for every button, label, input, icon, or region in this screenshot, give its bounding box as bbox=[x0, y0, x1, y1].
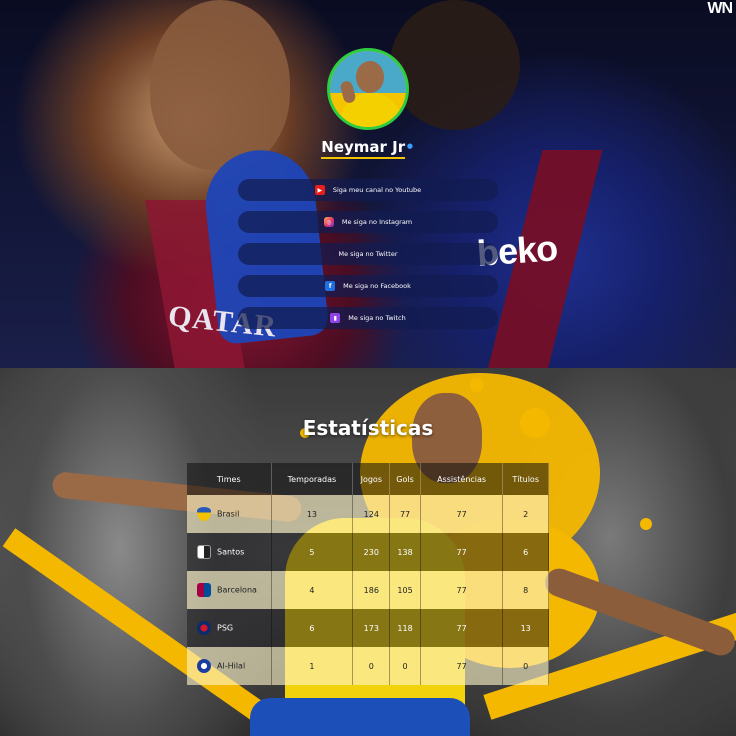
titulos-cell: 2 bbox=[502, 495, 549, 533]
instagram-icon: ◎ bbox=[323, 217, 334, 227]
titulos-cell: 0 bbox=[502, 647, 549, 685]
team-cell: Barcelona bbox=[187, 571, 272, 609]
profile-name-text: Neymar Jr bbox=[321, 138, 406, 159]
stats-title: Estatísticas bbox=[302, 416, 434, 440]
stats-section: Estatísticas Times Temporadas Jogos Gols… bbox=[0, 368, 736, 736]
header-assistencias: Assistências bbox=[420, 463, 504, 495]
twitch-link-label: Me siga no Twitch bbox=[348, 314, 406, 322]
facebook-link-label: Me siga no Facebook bbox=[343, 282, 411, 290]
alhilal-crest-icon bbox=[197, 659, 211, 673]
youtube-link-button[interactable]: ▶ Siga meu canal no Youtube bbox=[238, 179, 498, 201]
avatar bbox=[327, 48, 409, 130]
team-name: Santos bbox=[217, 547, 245, 557]
titulos-cell: 13 bbox=[502, 609, 549, 647]
team-cell: Al-Hilal bbox=[187, 647, 272, 685]
hero-section: beko QATAR WN Neymar Jr• ▶ Siga meu cana… bbox=[0, 0, 736, 368]
table-row: Santos 5 230 138 77 6 bbox=[187, 533, 549, 571]
header-times: Times bbox=[187, 463, 272, 495]
temporadas-cell: 5 bbox=[271, 533, 354, 571]
titulos-cell: 6 bbox=[502, 533, 549, 571]
team-name: Barcelona bbox=[217, 585, 257, 595]
team-name: Brasil bbox=[217, 509, 240, 519]
temporadas-cell: 13 bbox=[271, 495, 354, 533]
temporadas-cell: 6 bbox=[271, 609, 354, 647]
stats-table: Times Temporadas Jogos Gols Assistências… bbox=[187, 463, 549, 685]
gols-cell: 105 bbox=[389, 571, 421, 609]
assistencias-cell: 77 bbox=[420, 495, 504, 533]
jogos-cell: 0 bbox=[352, 647, 391, 685]
assistencias-cell: 77 bbox=[420, 533, 504, 571]
corner-logo: WN bbox=[707, 0, 733, 17]
santos-crest-icon bbox=[197, 545, 211, 559]
twitch-icon: ▮ bbox=[330, 313, 341, 323]
assistencias-cell: 77 bbox=[420, 609, 504, 647]
titulos-cell: 8 bbox=[502, 571, 549, 609]
player-shorts bbox=[250, 698, 470, 736]
gols-cell: 0 bbox=[389, 647, 421, 685]
jogos-cell: 230 bbox=[352, 533, 391, 571]
instagram-link-label: Me siga no Instagram bbox=[341, 218, 413, 226]
team-cell: Santos bbox=[187, 533, 272, 571]
stats-header-row: Times Temporadas Jogos Gols Assistências… bbox=[187, 463, 549, 495]
instagram-link-button[interactable]: ◎ Me siga no Instagram bbox=[238, 211, 498, 233]
table-row: Al-Hilal 1 0 0 77 0 bbox=[187, 647, 549, 685]
facebook-link-button[interactable]: f Me siga no Facebook bbox=[238, 275, 498, 297]
team-name: PSG bbox=[217, 623, 234, 633]
gols-cell: 138 bbox=[389, 533, 421, 571]
brasil-crest-icon bbox=[197, 507, 211, 521]
barcelona-crest-icon bbox=[197, 583, 211, 597]
temporadas-cell: 1 bbox=[271, 647, 354, 685]
table-row: Brasil 13 124 77 77 2 bbox=[187, 495, 549, 533]
header-gols: Gols bbox=[389, 463, 421, 495]
assistencias-cell: 77 bbox=[420, 571, 504, 609]
team-cell: Brasil bbox=[187, 495, 272, 533]
header-titulos: Títulos bbox=[502, 463, 549, 495]
social-links: ▶ Siga meu canal no Youtube ◎ Me siga no… bbox=[238, 179, 498, 339]
youtube-link-label: Siga meu canal no Youtube bbox=[332, 186, 422, 194]
gols-cell: 118 bbox=[389, 609, 421, 647]
header-temporadas: Temporadas bbox=[271, 463, 354, 495]
table-row: Barcelona 4 186 105 77 8 bbox=[187, 571, 549, 609]
paint-drop-3 bbox=[640, 518, 652, 530]
jogos-cell: 186 bbox=[352, 571, 391, 609]
youtube-icon: ▶ bbox=[314, 185, 325, 195]
header-jogos: Jogos bbox=[352, 463, 391, 495]
paint-drop-2 bbox=[470, 378, 484, 392]
jogos-cell: 124 bbox=[352, 495, 391, 533]
team-name: Al-Hilal bbox=[217, 661, 246, 671]
jogos-cell: 173 bbox=[352, 609, 391, 647]
team-cell: PSG bbox=[187, 609, 272, 647]
assistencias-cell: 77 bbox=[420, 647, 504, 685]
twitter-link-button[interactable]: Me siga no Twitter bbox=[238, 243, 498, 265]
psg-crest-icon bbox=[197, 621, 211, 635]
table-row: PSG 6 173 118 77 13 bbox=[187, 609, 549, 647]
profile-name-dot: • bbox=[405, 138, 415, 156]
profile-name: Neymar Jr• bbox=[0, 138, 736, 159]
facebook-icon: f bbox=[325, 281, 336, 291]
hero-background-figure-2 bbox=[390, 0, 520, 130]
gols-cell: 77 bbox=[389, 495, 421, 533]
temporadas-cell: 4 bbox=[271, 571, 354, 609]
twitch-link-button[interactable]: ▮ Me siga no Twitch bbox=[238, 307, 498, 329]
twitter-link-label: Me siga no Twitter bbox=[338, 250, 398, 258]
